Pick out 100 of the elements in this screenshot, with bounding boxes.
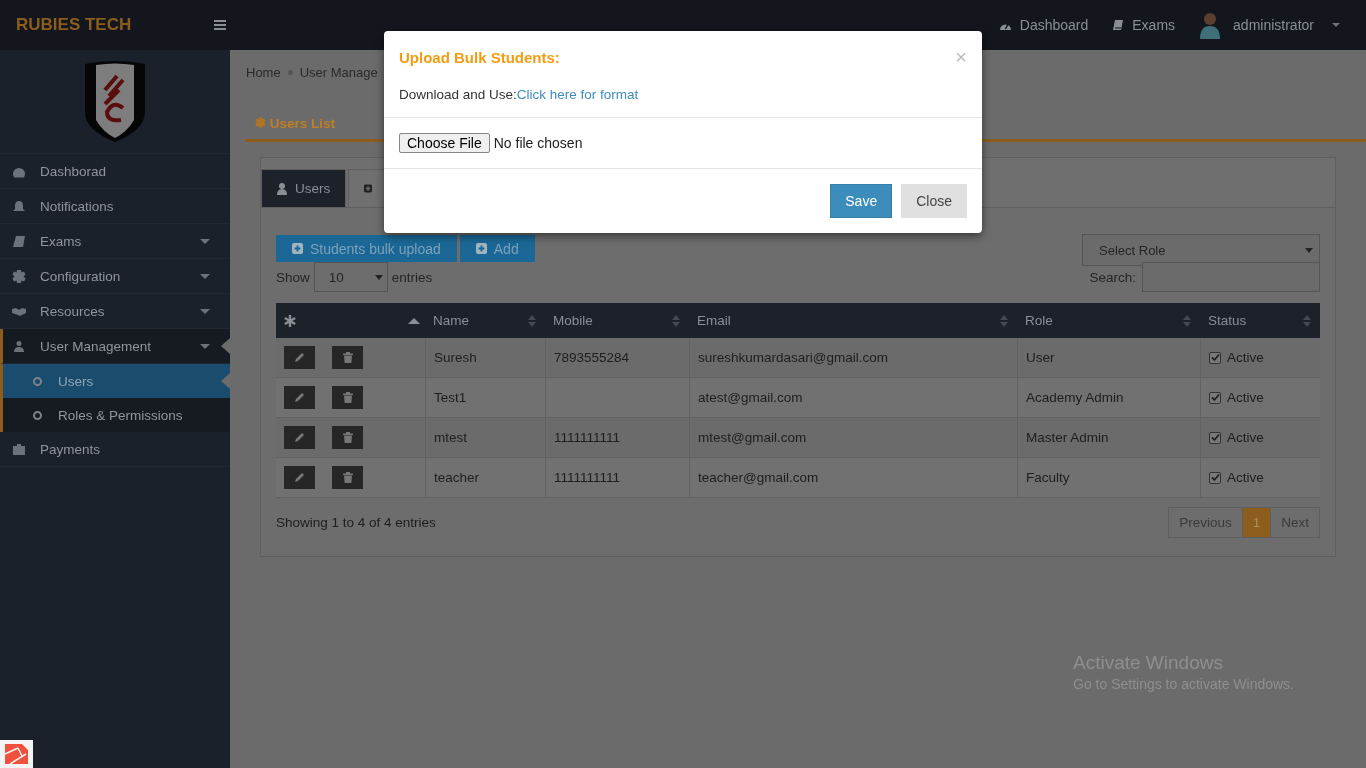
- status-label: Active: [1227, 430, 1264, 445]
- caret-icon: [200, 343, 210, 349]
- circle-icon: [33, 410, 42, 420]
- dialog-text: Download and Use:: [399, 87, 517, 102]
- breadcrumb-link[interactable]: User Manage: [299, 64, 378, 80]
- table-info: Showing 1 to 4 of 4 entries: [276, 515, 436, 530]
- nav-link[interactable]: Dashboard: [998, 17, 1089, 33]
- search-label: Search:: [1089, 269, 1136, 285]
- trash-icon: [342, 352, 353, 363]
- format-link[interactable]: Click here for format: [516, 87, 639, 102]
- user-menu[interactable]: administrator: [1233, 17, 1340, 33]
- column-header[interactable]: Email: [689, 303, 1017, 338]
- sidebar-item[interactable]: Exams: [0, 224, 230, 259]
- section-title: Users List: [255, 116, 336, 131]
- table-cell: Academy Admin: [1017, 378, 1200, 417]
- briefcase-icon: [12, 442, 26, 456]
- column-header[interactable]: Name: [425, 303, 545, 338]
- pencil-icon: [294, 472, 305, 483]
- status-checkbox[interactable]: [1209, 391, 1221, 404]
- brand-name: RUBIES TECH: [16, 15, 132, 35]
- column-header[interactable]: Status: [1200, 303, 1320, 338]
- delete-button[interactable]: [332, 466, 363, 489]
- entries-select[interactable]: 10: [313, 262, 388, 292]
- sidebar-subitem[interactable]: Roles & Permissions: [0, 398, 230, 432]
- sort-arrows-icon: [1303, 314, 1312, 327]
- sidebar-item[interactable]: Configuration: [0, 259, 230, 294]
- table-cell: sureshkumardasari@gmail.com: [689, 338, 1017, 377]
- sort-arrows-icon: [1183, 314, 1192, 327]
- status-checkbox[interactable]: [1209, 431, 1221, 444]
- menu-icon[interactable]: [214, 20, 226, 30]
- table-cell: 7893555284: [545, 338, 689, 377]
- sort-arrows-icon: [672, 314, 681, 327]
- trash-icon: [342, 432, 353, 443]
- circle-icon: [33, 376, 42, 386]
- gear-icon: [12, 269, 26, 283]
- pencil-icon: [294, 352, 305, 363]
- sidebar-item[interactable]: Dashborad: [0, 154, 230, 189]
- gear-icon: [255, 117, 266, 128]
- table-cell: Master Admin: [1017, 418, 1200, 457]
- dropdown-arrow-icon: [374, 274, 383, 280]
- plus-icon: [292, 243, 303, 254]
- table-cell: Test1: [425, 378, 545, 417]
- book-icon: [1112, 19, 1125, 31]
- table-cell: atest@gmail.com: [689, 378, 1017, 417]
- tab[interactable]: Users: [261, 169, 347, 207]
- sidebar-subitem[interactable]: Users: [0, 364, 230, 398]
- file-status: No file chosen: [493, 135, 583, 151]
- delete-button[interactable]: [332, 426, 363, 449]
- user-icon: [277, 182, 287, 195]
- plus-icon: [475, 243, 487, 254]
- status-label: Active: [1227, 350, 1264, 365]
- status-checkbox[interactable]: [1209, 351, 1221, 364]
- entries-label: entries: [391, 269, 433, 285]
- close-dialog-button[interactable]: Close: [901, 184, 967, 218]
- app-logo-icon[interactable]: [0, 740, 33, 768]
- table-cell: 1111111111: [545, 418, 689, 457]
- search-field[interactable]: [1142, 262, 1320, 292]
- trash-icon: [342, 472, 353, 483]
- role-select[interactable]: Select Role: [1082, 234, 1320, 266]
- plus-icon: [364, 183, 373, 194]
- table-cell: Faculty: [1017, 458, 1200, 497]
- status-checkbox[interactable]: [1209, 471, 1221, 484]
- book-icon: [12, 234, 26, 248]
- pencil-icon: [294, 392, 305, 403]
- table-cell: mtest@gmail.com: [689, 418, 1017, 457]
- caret-icon: [200, 273, 210, 279]
- user-avatar-icon[interactable]: [1199, 11, 1222, 39]
- sidebar-item[interactable]: User Management: [0, 329, 230, 364]
- trash-icon: [342, 392, 353, 403]
- delete-button[interactable]: [332, 346, 363, 369]
- choose-file-button[interactable]: Choose File: [399, 133, 490, 153]
- users-icon: [12, 339, 26, 353]
- edit-button[interactable]: [284, 426, 315, 449]
- sort-arrows-icon: [1000, 314, 1009, 327]
- delete-button[interactable]: [332, 386, 363, 409]
- breadcrumb-link[interactable]: Home: [246, 64, 281, 80]
- sort-arrows-icon: [528, 314, 537, 327]
- table-cell: Suresh: [425, 338, 545, 377]
- nav-link[interactable]: Exams: [1112, 17, 1176, 33]
- dropdown-arrow-icon: [1305, 247, 1313, 253]
- caret-icon: [200, 308, 210, 314]
- column-header[interactable]: Role: [1017, 303, 1200, 338]
- edit-button[interactable]: [284, 346, 315, 369]
- table-cell: User: [1017, 338, 1200, 377]
- save-button[interactable]: Save: [830, 184, 893, 218]
- dialog-title: Upload Bulk Students:: [399, 48, 560, 66]
- status-label: Active: [1227, 470, 1264, 485]
- table-cell: teacher@gmail.com: [689, 458, 1017, 497]
- status-label: Active: [1227, 390, 1264, 405]
- asterisk-icon: [284, 314, 296, 327]
- table-cell: 1111111111: [545, 458, 689, 497]
- sidebar-item[interactable]: Payments: [0, 432, 230, 467]
- table-cell: mtest: [425, 418, 545, 457]
- column-header[interactable]: Mobile: [545, 303, 689, 338]
- edit-button[interactable]: [284, 386, 315, 409]
- caret-icon: [200, 238, 210, 244]
- pencil-icon: [294, 432, 305, 443]
- table-cell: teacher: [425, 458, 545, 497]
- sidebar-item[interactable]: Notifications: [0, 189, 230, 224]
- edit-button[interactable]: [284, 466, 315, 489]
